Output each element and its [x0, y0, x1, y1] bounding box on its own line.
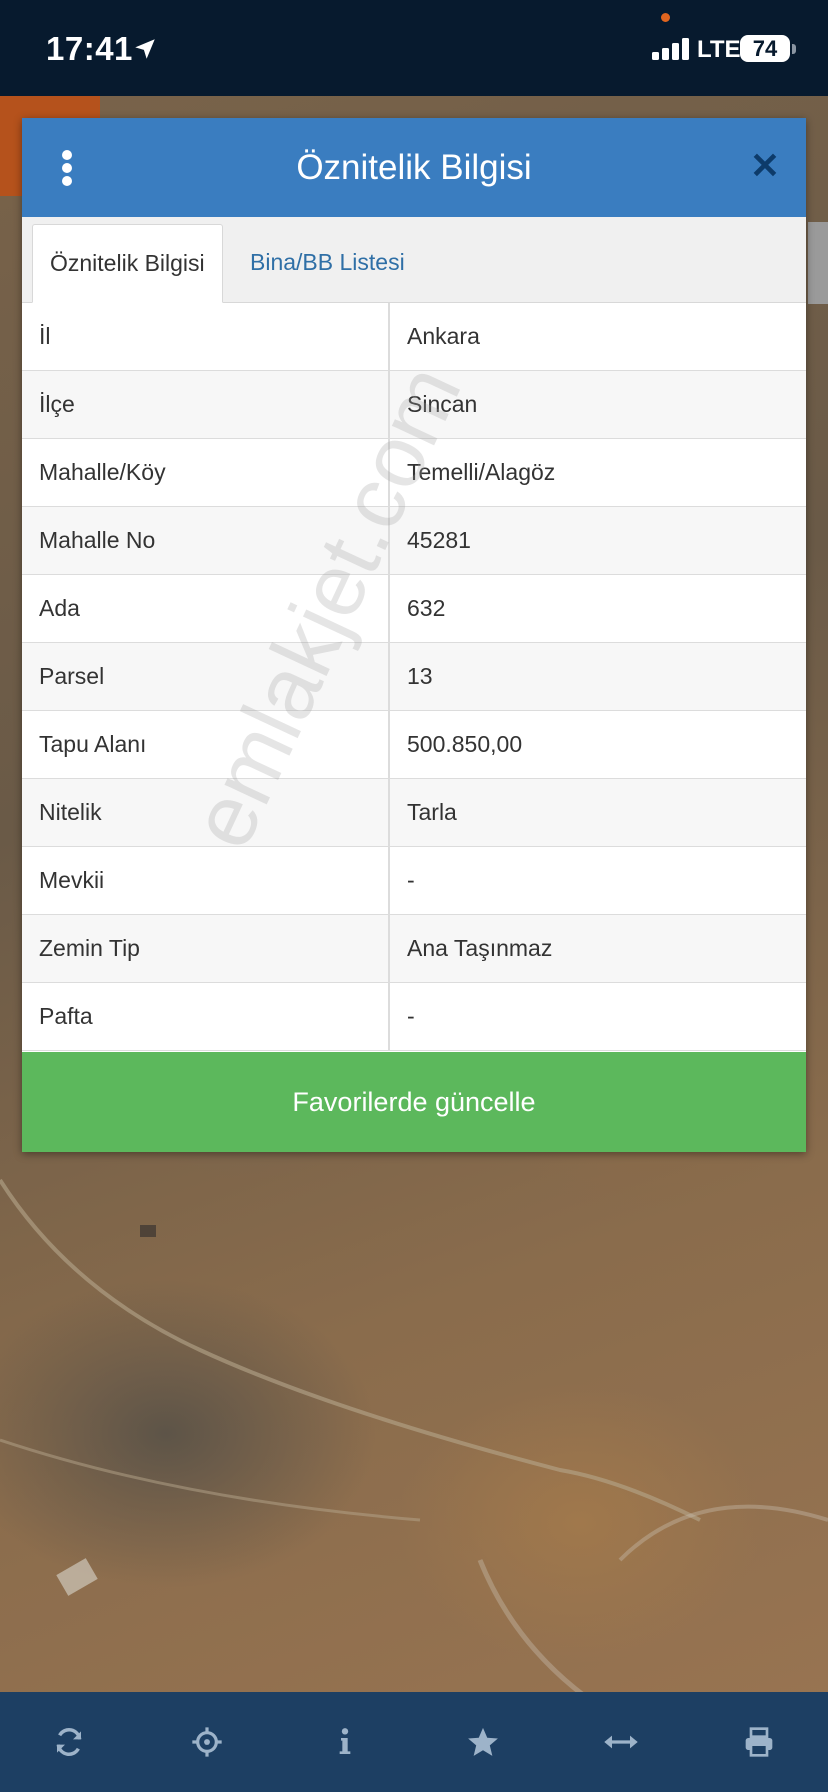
attribute-key: İl: [22, 303, 390, 371]
locate-button[interactable]: [138, 1692, 276, 1792]
attribute-value: -: [389, 982, 806, 1051]
attribute-key: Pafta: [22, 982, 390, 1051]
tab-bar: Öznitelik Bilgisi Bina/BB Listesi: [22, 217, 806, 303]
table-row: Tapu Alanı 500.850,00: [22, 710, 806, 779]
attribute-value: Ankara: [389, 303, 806, 371]
battery-icon: 74: [740, 35, 790, 62]
info-button[interactable]: [276, 1692, 414, 1792]
attribute-value: 632: [389, 574, 806, 643]
attribute-value: 500.850,00: [389, 710, 806, 779]
status-time: 17:41: [46, 30, 133, 67]
measure-icon: [604, 1735, 638, 1749]
update-favorites-button[interactable]: Favorilerde güncelle: [22, 1052, 806, 1152]
screen: 17:41 LTE 74 Öznitelik Bilgisi ✕ Öznitel…: [0, 0, 828, 1792]
table-row: Mahalle/Köy Temelli/Alagöz: [22, 438, 806, 507]
measure-button[interactable]: [552, 1692, 690, 1792]
tab-attributes[interactable]: Öznitelik Bilgisi: [32, 224, 223, 303]
table-row: Mevkii -: [22, 846, 806, 915]
table-row: Parsel 13: [22, 642, 806, 711]
battery-tip: [792, 44, 796, 54]
favorites-button[interactable]: [414, 1692, 552, 1792]
attribute-value: Sincan: [389, 370, 806, 439]
dialog-title: Öznitelik Bilgisi: [296, 148, 532, 187]
refresh-icon: [56, 1728, 82, 1756]
attribute-value: Ana Taşınmaz: [389, 914, 806, 983]
attribute-dialog: Öznitelik Bilgisi ✕ Öznitelik Bilgisi Bi…: [22, 118, 806, 1152]
crosshair-icon: [192, 1727, 222, 1757]
attribute-key: Mahalle/Köy: [22, 438, 390, 507]
map-side-panel-edge: [808, 222, 828, 304]
table-row: İlçe Sincan: [22, 370, 806, 439]
print-icon: [745, 1727, 773, 1757]
table-row: Ada 632: [22, 574, 806, 643]
bottom-toolbar: [0, 1692, 828, 1792]
attribute-value: -: [389, 846, 806, 915]
attribute-key: Mevkii: [22, 846, 390, 915]
attribute-value: 13: [389, 642, 806, 711]
print-button[interactable]: [690, 1692, 828, 1792]
attribute-value: Tarla: [389, 778, 806, 847]
status-bar: 17:41 LTE 74: [0, 0, 828, 96]
attribute-key: Zemin Tip: [22, 914, 390, 983]
attribute-key: Parsel: [22, 642, 390, 711]
close-icon[interactable]: ✕: [749, 148, 781, 184]
attribute-key: İlçe: [22, 370, 390, 439]
star-icon: [468, 1727, 498, 1756]
table-row: Nitelik Tarla: [22, 778, 806, 847]
signal-icon: [652, 38, 689, 60]
location-arrow-icon: [135, 39, 155, 59]
attribute-key: Nitelik: [22, 778, 390, 847]
table-row: Mahalle No 45281: [22, 506, 806, 575]
dialog-header: Öznitelik Bilgisi ✕: [22, 118, 806, 217]
info-icon: [339, 1728, 351, 1754]
attribute-key: Mahalle No: [22, 506, 390, 575]
privacy-indicator: [661, 13, 670, 22]
refresh-button[interactable]: [0, 1692, 138, 1792]
attribute-key: Tapu Alanı: [22, 710, 390, 779]
attribute-key: Ada: [22, 574, 390, 643]
table-row: Zemin Tip Ana Taşınmaz: [22, 914, 806, 983]
attribute-value: 45281: [389, 506, 806, 575]
table-row: Pafta -: [22, 982, 806, 1051]
tab-building-list[interactable]: Bina/BB Listesi: [233, 224, 422, 301]
attribute-value: Temelli/Alagöz: [389, 438, 806, 507]
attribute-table: İl Ankara İlçe Sincan Mahalle/Köy Temelli/Ala…: [22, 303, 806, 1051]
network-type: LTE: [697, 36, 741, 63]
table-row: İl Ankara: [22, 303, 806, 371]
